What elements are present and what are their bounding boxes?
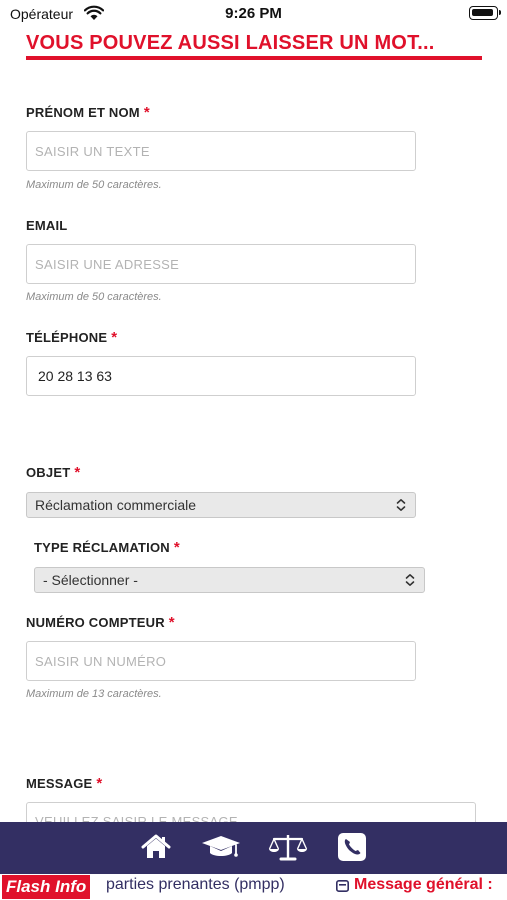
meter-number-hint: Maximum de 13 caractères. (26, 688, 162, 700)
email-placeholder: SAISIR UNE ADRESSE (35, 256, 180, 272)
message-placeholder: VEUILLEZ SAISIR LE MESSAGE (35, 814, 238, 822)
home-icon[interactable] (139, 832, 173, 862)
envelope-icon (336, 880, 349, 892)
message-label: MESSAGE * (26, 775, 103, 792)
ticker-text: parties prenantes (pmpp) (106, 876, 285, 893)
status-bar: Opérateur 9:26 PM (0, 0, 507, 28)
contact-form: VOUS POUVEZ AUSSI LAISSER UN MOT... PRÉN… (0, 28, 507, 822)
message-textarea[interactable]: VEUILLEZ SAISIR LE MESSAGE (26, 802, 476, 822)
ticker-message-label: Message général : (354, 876, 493, 893)
required-mark: * (74, 464, 81, 481)
balance-scale-icon[interactable] (268, 832, 308, 862)
claim-type-select[interactable]: - Sélectionner - (34, 567, 425, 593)
meter-number-placeholder: SAISIR UN NUMÉRO (35, 653, 167, 669)
claim-type-label: TYPE RÉCLAMATION * (34, 539, 180, 556)
phone-input[interactable]: 20 28 13 63 (26, 356, 416, 396)
meter-number-label: NUMÉRO COMPTEUR * (26, 614, 175, 631)
clock: 9:26 PM (225, 5, 282, 22)
name-input[interactable]: SAISIR UN TEXTE (26, 131, 416, 171)
select-chevron-icon (396, 499, 406, 511)
required-mark: * (143, 104, 150, 121)
subject-selected: Réclamation commerciale (35, 497, 197, 513)
heading-underline (26, 56, 482, 60)
email-input[interactable]: SAISIR UNE ADRESSE (26, 244, 416, 284)
flash-info-badge: Flash Info (2, 875, 91, 899)
phone-value: 20 28 13 63 (38, 368, 112, 384)
required-mark: * (111, 329, 118, 346)
claim-type-selected: - Sélectionner - (43, 572, 138, 588)
name-placeholder: SAISIR UN TEXTE (35, 143, 150, 159)
email-label: EMAIL (26, 218, 68, 233)
email-hint: Maximum de 50 caractères. (26, 291, 162, 303)
name-label: PRÉNOM ET NOM * (26, 104, 150, 121)
required-mark: * (96, 775, 103, 792)
news-ticker[interactable]: Flash Info parties prenantes (pmpp) Mess… (0, 874, 507, 900)
phone-label: TÉLÉPHONE * (26, 329, 118, 346)
subject-label: OBJET * (26, 464, 81, 481)
required-mark: * (168, 614, 175, 631)
phone-icon[interactable] (336, 832, 368, 862)
form-heading: VOUS POUVEZ AUSSI LAISSER UN MOT... (26, 32, 435, 54)
meter-number-input[interactable]: SAISIR UN NUMÉRO (26, 641, 416, 681)
battery-icon (469, 6, 501, 20)
subject-select[interactable]: Réclamation commerciale (26, 492, 416, 518)
select-chevron-icon (405, 574, 415, 586)
graduation-cap-icon[interactable] (200, 832, 242, 862)
name-hint: Maximum de 50 caractères. (26, 179, 162, 191)
bottom-nav (0, 822, 507, 874)
required-mark: * (173, 539, 180, 556)
